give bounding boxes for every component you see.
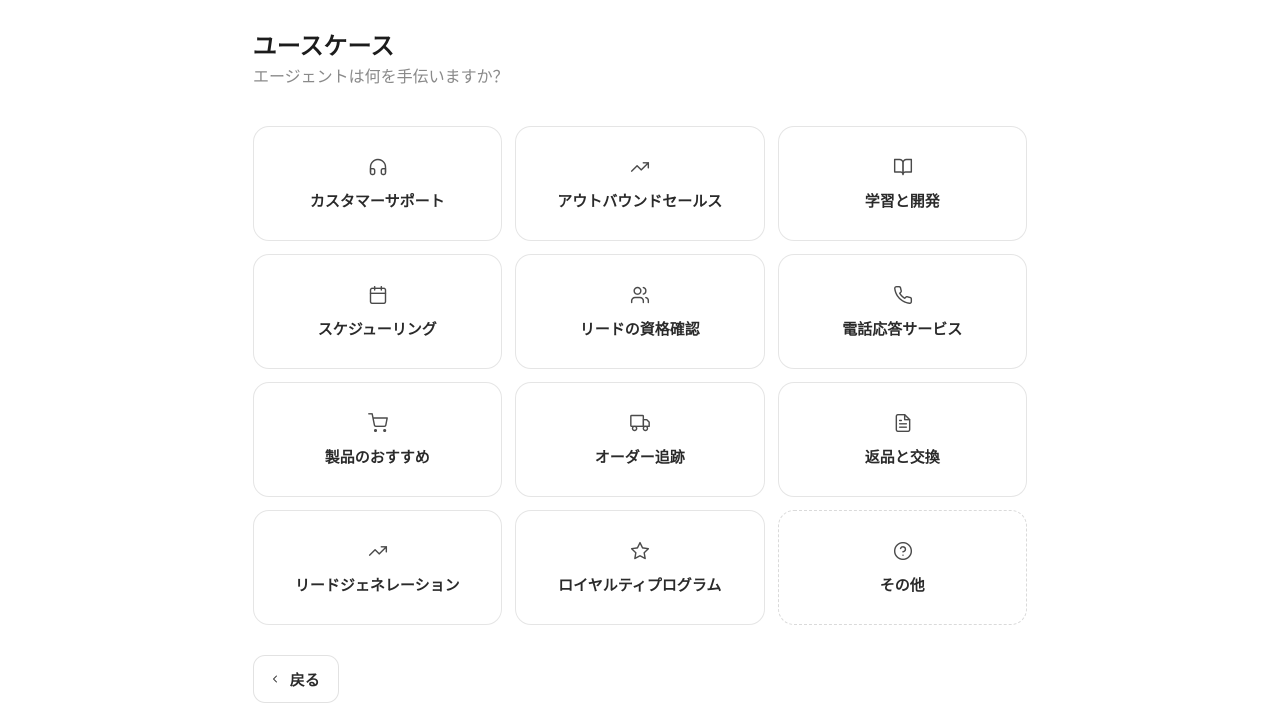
shopping-cart-icon bbox=[367, 412, 388, 433]
use-case-card-outbound-sales[interactable]: アウトバウンドセールス bbox=[515, 126, 765, 241]
use-case-label: リードジェネレーション bbox=[295, 575, 460, 594]
book-open-icon bbox=[893, 157, 913, 177]
use-case-label: リードの資格確認 bbox=[579, 319, 700, 338]
use-case-label: 返品と交換 bbox=[864, 447, 940, 466]
truck-icon bbox=[630, 413, 650, 433]
use-case-card-learning-development[interactable]: 学習と開発 bbox=[778, 126, 1027, 241]
use-case-page: ユースケース エージェントは何を手伝いますか？ カスタマーサポート アウトバウン… bbox=[253, 30, 1027, 703]
help-circle-icon bbox=[893, 541, 913, 561]
use-case-label: 学習と開発 bbox=[864, 191, 940, 210]
star-icon bbox=[630, 541, 650, 561]
use-case-card-loyalty-program[interactable]: ロイヤルティプログラム bbox=[515, 510, 765, 625]
use-case-grid: カスタマーサポート アウトバウンドセールス 学習と開発 スケジューリング リード bbox=[253, 126, 1027, 625]
chevron-left-icon bbox=[268, 672, 282, 686]
use-case-card-lead-qualification[interactable]: リードの資格確認 bbox=[515, 254, 765, 369]
use-case-label: 製品のおすすめ bbox=[324, 447, 430, 466]
use-case-label: アウトバウンドセールス bbox=[557, 191, 723, 210]
use-case-label: ロイヤルティプログラム bbox=[558, 575, 722, 594]
use-case-card-lead-generation[interactable]: リードジェネレーション bbox=[253, 510, 502, 625]
use-case-card-phone-answering[interactable]: 電話応答サービス bbox=[778, 254, 1027, 369]
use-case-card-customer-support[interactable]: カスタマーサポート bbox=[253, 126, 502, 241]
calendar-icon bbox=[368, 285, 388, 305]
back-button-label: 戻る bbox=[290, 670, 321, 689]
headphones-icon bbox=[368, 157, 388, 177]
use-case-card-other[interactable]: その他 bbox=[778, 510, 1027, 625]
users-icon bbox=[630, 285, 650, 305]
back-button[interactable]: 戻る bbox=[253, 655, 340, 703]
trending-up-icon bbox=[630, 157, 650, 177]
use-case-card-returns-exchanges[interactable]: 返品と交換 bbox=[778, 382, 1027, 497]
use-case-label: その他 bbox=[879, 575, 925, 594]
use-case-card-scheduling[interactable]: スケジューリング bbox=[253, 254, 502, 369]
use-case-label: オーダー追跡 bbox=[594, 447, 685, 466]
use-case-label: スケジューリング bbox=[318, 319, 437, 338]
use-case-label: 電話応答サービス bbox=[842, 319, 963, 338]
use-case-label: カスタマーサポート bbox=[310, 191, 445, 210]
trending-up-icon bbox=[368, 541, 388, 561]
use-case-card-product-recommendation[interactable]: 製品のおすすめ bbox=[253, 382, 502, 497]
file-text-icon bbox=[893, 413, 913, 433]
page-subtitle: エージェントは何を手伝いますか？ bbox=[253, 67, 509, 86]
phone-icon bbox=[893, 285, 913, 305]
page-title: ユースケース bbox=[253, 32, 395, 60]
use-case-card-order-tracking[interactable]: オーダー追跡 bbox=[515, 382, 765, 497]
